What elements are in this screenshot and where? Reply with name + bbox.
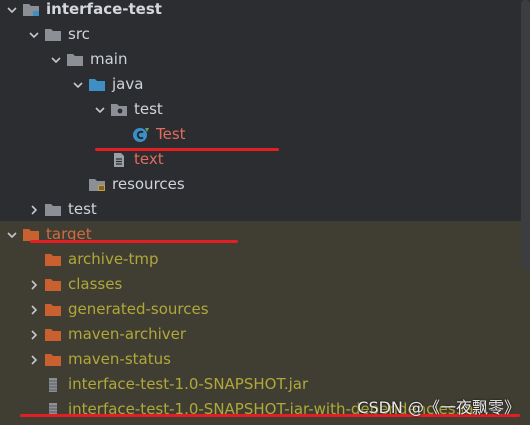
tree-row-label: Test bbox=[156, 125, 186, 143]
tree-row-label: target bbox=[46, 225, 92, 243]
tree-row-test[interactable]: test bbox=[0, 197, 520, 222]
tree-row-archive-tmp[interactable]: archive-tmp bbox=[0, 247, 520, 272]
chevron-right-icon[interactable] bbox=[26, 197, 42, 222]
tree-row-test[interactable]: Test bbox=[0, 122, 520, 147]
chevron-right-icon[interactable] bbox=[26, 322, 42, 347]
tree-row-generated-sources[interactable]: generated-sources bbox=[0, 297, 520, 322]
source-root-folder-icon bbox=[88, 77, 106, 93]
tree-row-label: test bbox=[134, 100, 163, 118]
package-folder-icon bbox=[110, 102, 128, 118]
tree-row-classes[interactable]: classes bbox=[0, 272, 520, 297]
tree-row-label: interface-test-1.0-SNAPSHOT.jar bbox=[68, 375, 309, 393]
tree-row-label: interface-test bbox=[46, 0, 162, 18]
tree-row-label: classes bbox=[68, 275, 123, 293]
folder-icon bbox=[66, 52, 84, 68]
chevron-down-icon[interactable] bbox=[4, 222, 20, 247]
folder-icon bbox=[44, 202, 62, 218]
excluded-folder-icon bbox=[44, 352, 62, 368]
arrow-spacer bbox=[26, 397, 42, 422]
module-folder-icon bbox=[22, 2, 40, 18]
chevron-down-icon[interactable] bbox=[48, 47, 64, 72]
excluded-folder-icon bbox=[44, 302, 62, 318]
tree-row-maven-status[interactable]: maven-status bbox=[0, 347, 520, 372]
arrow-spacer bbox=[70, 172, 86, 197]
chevron-right-icon[interactable] bbox=[26, 347, 42, 372]
tree-row-resources[interactable]: resources bbox=[0, 172, 520, 197]
java-class-icon bbox=[132, 127, 150, 143]
tree-row-label: main bbox=[90, 50, 128, 68]
tree-row-maven-archiver[interactable]: maven-archiver bbox=[0, 322, 520, 347]
tree-row-target[interactable]: target bbox=[0, 222, 520, 247]
chevron-down-icon[interactable] bbox=[92, 97, 108, 122]
project-tree: interface-test src main java test Test text res… bbox=[0, 0, 530, 425]
excluded-folder-icon bbox=[44, 277, 62, 293]
tree-row-label: test bbox=[68, 200, 97, 218]
chevron-right-icon[interactable] bbox=[26, 272, 42, 297]
vertical-scrollbar[interactable] bbox=[521, 0, 530, 270]
tree-row-label: archive-tmp bbox=[68, 250, 159, 268]
excluded-folder-icon bbox=[44, 252, 62, 268]
arrow-spacer bbox=[26, 247, 42, 272]
highlight-underline-test-class bbox=[95, 148, 279, 151]
chevron-down-icon[interactable] bbox=[26, 22, 42, 47]
chevron-down-icon[interactable] bbox=[4, 0, 20, 22]
tree-row-label: java bbox=[112, 75, 144, 93]
excluded-folder-icon bbox=[44, 327, 62, 343]
tree-row-label: resources bbox=[112, 175, 185, 193]
tree-row-src[interactable]: src bbox=[0, 22, 520, 47]
resources-folder-icon bbox=[88, 177, 106, 193]
highlight-underline-target bbox=[30, 240, 238, 243]
tree-row-main[interactable]: main bbox=[0, 47, 520, 72]
tree-row-label: src bbox=[68, 25, 90, 43]
text-file-icon bbox=[110, 152, 128, 168]
tree-row-label: maven-archiver bbox=[68, 325, 187, 343]
jar-file-icon bbox=[44, 377, 62, 393]
chevron-right-icon[interactable] bbox=[26, 297, 42, 322]
tree-row-java[interactable]: java bbox=[0, 72, 520, 97]
folder-icon bbox=[44, 27, 62, 43]
arrow-spacer bbox=[114, 122, 130, 147]
tree-row-test[interactable]: test bbox=[0, 97, 520, 122]
chevron-down-icon[interactable] bbox=[70, 72, 86, 97]
watermark-text: CSDN @《一夜飘零》 bbox=[357, 398, 520, 417]
tree-row-interface-test[interactable]: interface-test bbox=[0, 0, 520, 22]
tree-row-label: generated-sources bbox=[68, 300, 209, 318]
tree-row-label: maven-status bbox=[68, 350, 171, 368]
arrow-spacer bbox=[26, 372, 42, 397]
